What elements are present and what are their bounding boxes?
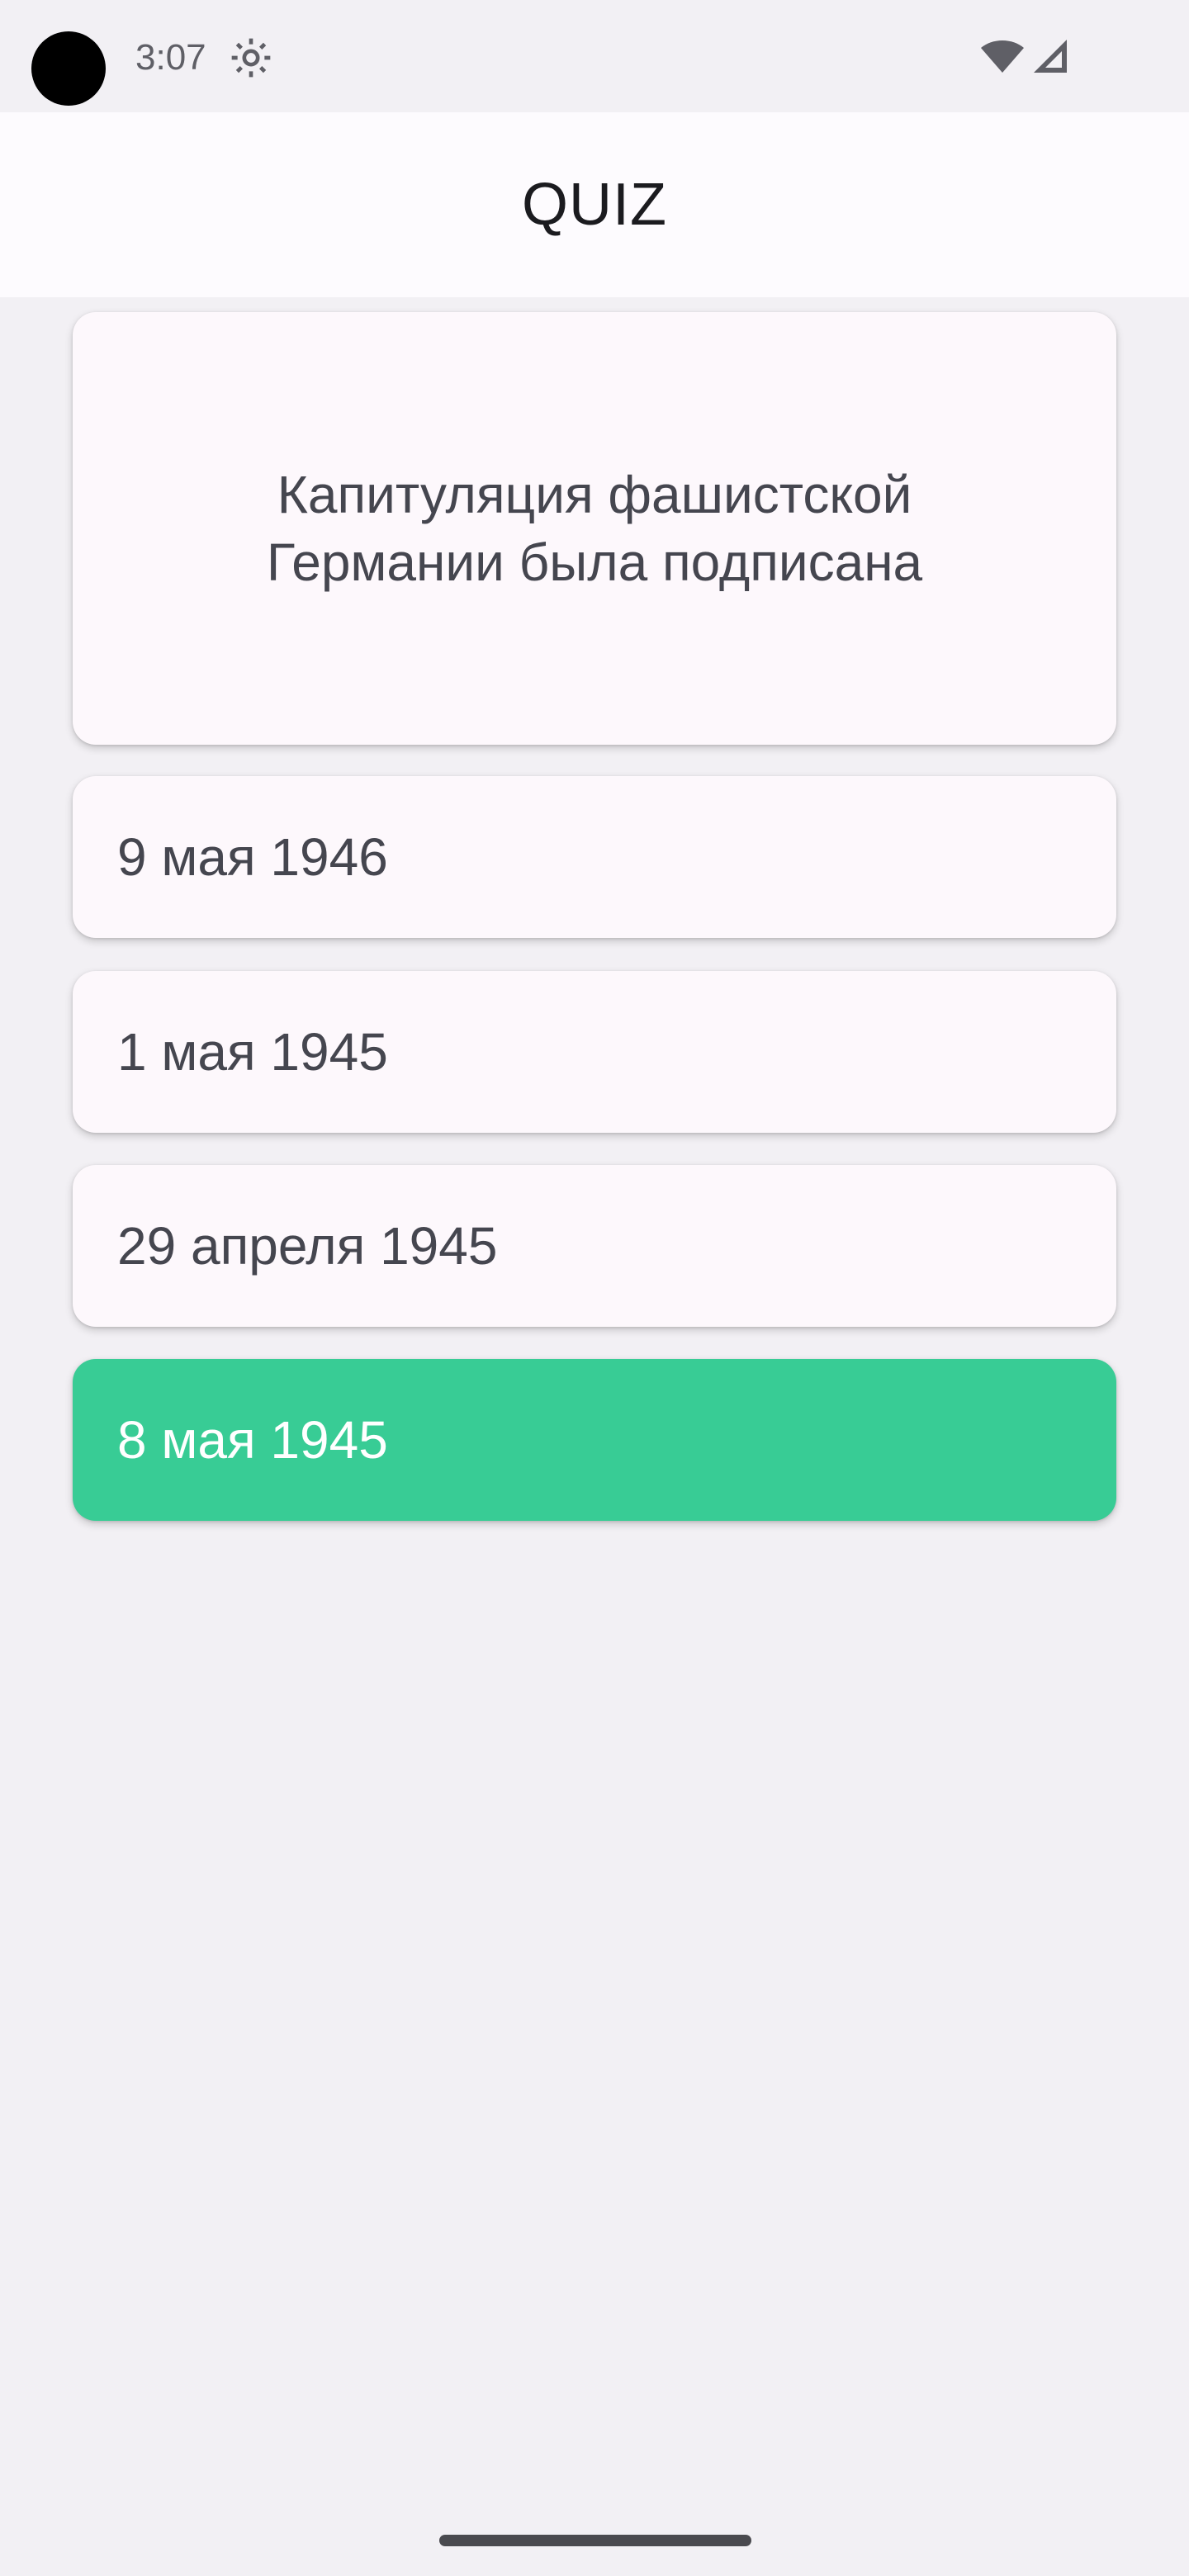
camera-cutout: [31, 31, 106, 106]
answer-option-4-correct[interactable]: 8 мая 1945: [73, 1359, 1116, 1521]
status-bar: 3:07: [0, 0, 1189, 112]
question-text: Капитуляция фашистской Германии была под…: [266, 465, 923, 592]
answer-label: 8 мая 1945: [117, 1410, 388, 1470]
answer-label: 1 мая 1945: [117, 1022, 388, 1082]
question-card: Капитуляция фашистской Германии была под…: [73, 312, 1116, 745]
answer-option-2[interactable]: 1 мая 1945: [73, 971, 1116, 1133]
page-title: QUIZ: [522, 172, 667, 238]
app-bar: QUIZ: [0, 112, 1189, 297]
status-time: 3:07: [135, 37, 206, 78]
wifi-icon: [981, 40, 1024, 73]
answer-label: 9 мая 1946: [117, 827, 388, 887]
answer-label: 29 апреля 1945: [117, 1216, 498, 1276]
home-indicator[interactable]: [439, 2535, 751, 2546]
answer-option-1[interactable]: 9 мая 1946: [73, 776, 1116, 938]
answer-option-3[interactable]: 29 апреля 1945: [73, 1165, 1116, 1327]
gear-icon: [231, 38, 271, 78]
cell-signal-icon: [1034, 40, 1067, 73]
